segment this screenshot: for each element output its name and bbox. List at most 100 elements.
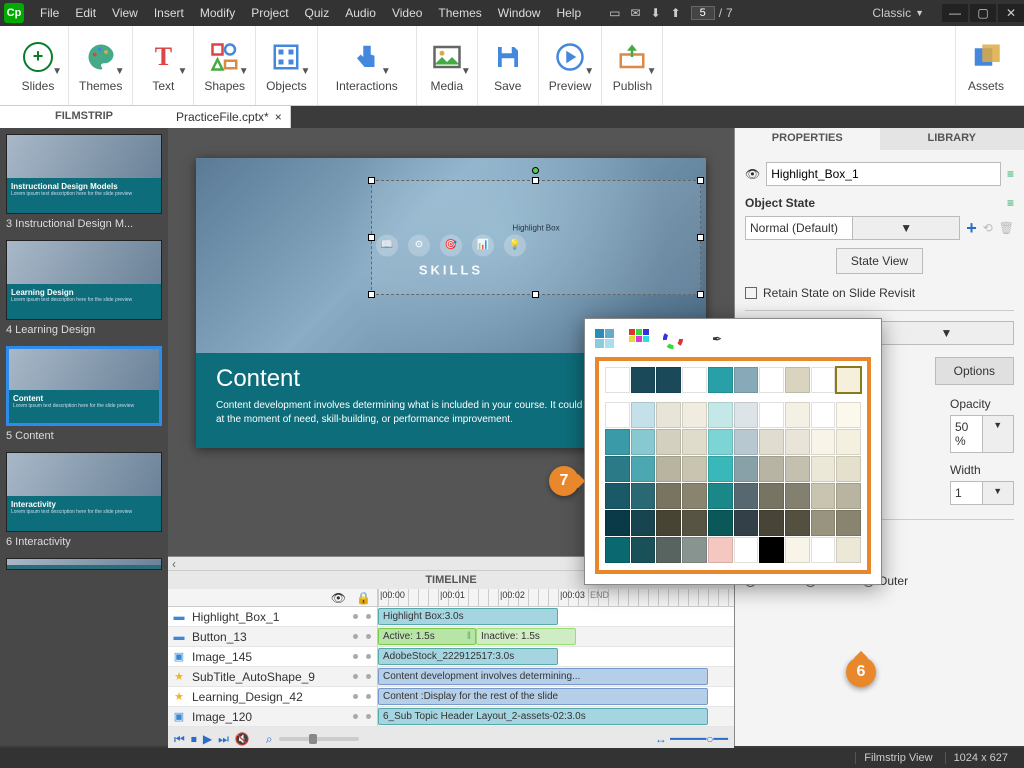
ribbon-shapes[interactable]: ▼ Shapes — [194, 26, 256, 105]
color-swatch[interactable] — [759, 429, 784, 455]
timeline-row[interactable]: ★Learning_Design_42Content :Display for … — [168, 687, 734, 707]
color-swatch[interactable] — [759, 402, 784, 428]
eye-icon[interactable]: 👁 — [745, 167, 760, 181]
ribbon-slides[interactable]: +▼ Slides — [8, 26, 69, 105]
color-swatch[interactable] — [656, 537, 681, 563]
ribbon-assets[interactable]: Assets — [955, 26, 1016, 105]
color-swatch[interactable] — [708, 367, 733, 393]
color-swatch[interactable] — [605, 510, 630, 536]
eyedropper-icon[interactable]: ✒ — [707, 329, 727, 349]
color-swatch[interactable] — [759, 483, 784, 509]
color-swatch[interactable] — [605, 483, 630, 509]
color-swatch[interactable] — [631, 456, 656, 482]
filmstrip-thumb[interactable]: Learning DesignLorem ipsum text descript… — [6, 240, 162, 336]
highlight-box[interactable]: Highlight Box — [371, 180, 701, 295]
color-swatch[interactable] — [785, 483, 810, 509]
window-max[interactable]: ▢ — [970, 4, 996, 22]
color-swatch[interactable] — [656, 510, 681, 536]
color-swatch[interactable] — [734, 537, 759, 563]
lock-icon[interactable]: 🔒 — [356, 591, 371, 605]
menu-quiz[interactable]: Quiz — [297, 2, 338, 24]
color-swatch[interactable] — [734, 483, 759, 509]
filmstrip[interactable]: Instructional Design ModelsLorem ipsum t… — [0, 128, 168, 746]
color-swatch[interactable] — [785, 429, 810, 455]
ribbon-publish[interactable]: ▼ Publish — [602, 26, 663, 105]
filmstrip-thumb[interactable]: Instructional Design ModelsLorem ipsum t… — [6, 134, 162, 230]
color-swatch[interactable] — [682, 510, 707, 536]
color-swatch[interactable] — [759, 510, 784, 536]
stop-icon[interactable]: ⏹ — [191, 732, 197, 747]
color-swatch[interactable] — [811, 429, 836, 455]
ribbon-text[interactable]: T▼ Text — [133, 26, 194, 105]
menu-audio[interactable]: Audio — [337, 2, 384, 24]
ribbon-interactions[interactable]: ▼ Interactions — [318, 26, 417, 105]
reset-icon[interactable]: ⟲ — [983, 221, 993, 235]
color-swatch[interactable] — [836, 510, 861, 536]
color-swatch[interactable] — [656, 367, 681, 393]
color-swatch[interactable] — [759, 537, 784, 563]
color-swatch[interactable] — [708, 456, 733, 482]
menu-themes[interactable]: Themes — [430, 2, 489, 24]
swatch-tab-icon[interactable] — [595, 329, 615, 349]
workspace-switcher[interactable]: Classic▼ — [866, 6, 930, 20]
filmstrip-thumb[interactable]: ContentLorem ipsum text description here… — [6, 346, 162, 442]
add-state-icon[interactable]: + — [966, 218, 977, 239]
menu-icon[interactable]: ≡ — [1007, 167, 1014, 181]
ribbon-media[interactable]: ▼ Media — [417, 26, 478, 105]
color-swatch[interactable] — [656, 429, 681, 455]
timeline-row[interactable]: ▣Image_1206_Sub Topic Header Layout_2-as… — [168, 707, 734, 727]
width-input[interactable]: 1▼ — [950, 481, 1014, 505]
color-swatch[interactable] — [734, 456, 759, 482]
color-swatch[interactable] — [631, 510, 656, 536]
color-swatch[interactable] — [836, 537, 861, 563]
ribbon-themes[interactable]: ▼ Themes — [69, 26, 133, 105]
menu-window[interactable]: Window — [490, 2, 549, 24]
color-swatch[interactable] — [785, 537, 810, 563]
menu-view[interactable]: View — [104, 2, 146, 24]
end-icon[interactable]: ⏭ — [218, 732, 229, 747]
menu-insert[interactable]: Insert — [146, 2, 192, 24]
menu-icon[interactable]: ≡ — [1007, 196, 1014, 210]
color-swatch[interactable] — [734, 429, 759, 455]
menu-edit[interactable]: Edit — [67, 2, 104, 24]
color-swatch[interactable] — [682, 429, 707, 455]
menu-modify[interactable]: Modify — [192, 2, 243, 24]
color-swatch[interactable] — [785, 456, 810, 482]
color-swatch[interactable] — [811, 537, 836, 563]
ribbon-preview[interactable]: ▼ Preview — [539, 26, 603, 105]
color-swatch[interactable] — [605, 429, 630, 455]
eye-icon[interactable]: 👁 — [331, 591, 346, 605]
color-swatch[interactable] — [631, 483, 656, 509]
menu-help[interactable]: Help — [548, 2, 589, 24]
color-swatch[interactable] — [631, 429, 656, 455]
window-min[interactable]: — — [942, 4, 968, 22]
color-swatch[interactable] — [631, 367, 656, 393]
library-tab[interactable]: LIBRARY — [880, 128, 1024, 150]
retain-checkbox[interactable]: Retain State on Slide Revisit — [763, 286, 915, 300]
color-swatch[interactable] — [836, 402, 861, 428]
color-swatch[interactable] — [605, 537, 630, 563]
color-swatch[interactable] — [656, 483, 681, 509]
color-swatch[interactable] — [836, 367, 861, 393]
down-icon[interactable]: ⬇ — [651, 6, 661, 20]
color-swatch[interactable] — [811, 402, 836, 428]
state-dropdown[interactable]: Normal (Default)▼ — [745, 216, 960, 240]
color-swatch[interactable] — [682, 537, 707, 563]
menu-video[interactable]: Video — [384, 2, 430, 24]
color-swatch[interactable] — [656, 402, 681, 428]
color-swatch[interactable] — [682, 483, 707, 509]
properties-tab[interactable]: PROPERTIES — [735, 128, 880, 150]
color-swatch[interactable] — [682, 456, 707, 482]
trash-icon[interactable]: 🗑 — [999, 221, 1014, 235]
color-swatch[interactable] — [785, 367, 810, 393]
close-tab-icon[interactable]: × — [275, 110, 282, 124]
swatch-grid[interactable] — [595, 357, 871, 574]
color-swatch[interactable] — [708, 429, 733, 455]
timeline-row[interactable]: ▬Button_13Active: 1.5s‖Inactive: 1.5s — [168, 627, 734, 647]
color-swatch[interactable] — [605, 402, 630, 428]
timeline-row[interactable]: ★SubTitle_AutoShape_9Content development… — [168, 667, 734, 687]
up-icon[interactable]: ⬆ — [671, 6, 681, 20]
state-view-button[interactable]: State View — [836, 248, 923, 274]
object-name-input[interactable] — [766, 162, 1001, 186]
color-swatch[interactable] — [656, 456, 681, 482]
